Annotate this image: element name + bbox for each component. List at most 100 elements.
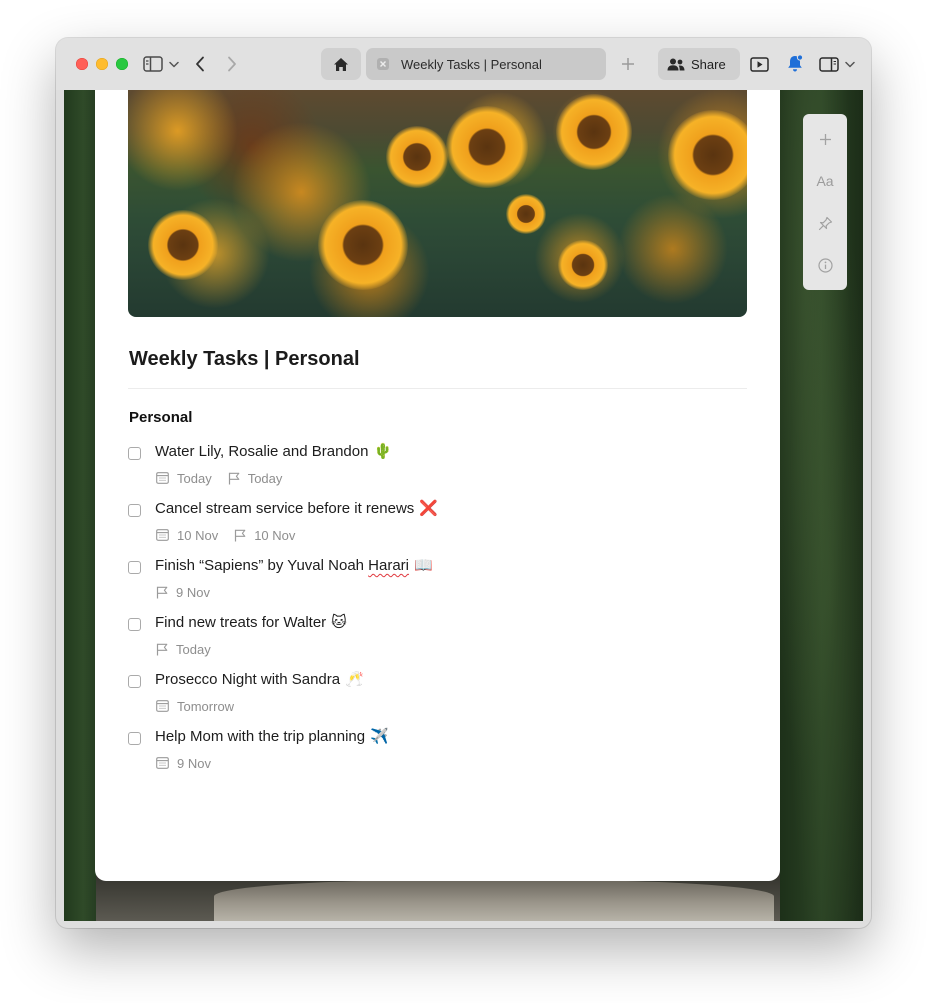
chevron-right-icon xyxy=(228,56,236,72)
due-date[interactable]: Today xyxy=(156,471,212,486)
deadline[interactable]: 10 Nov xyxy=(234,528,295,543)
pin-icon xyxy=(818,216,832,230)
task-title-text: Finish “Sapiens” by Yuval Noah xyxy=(155,557,369,574)
task-title[interactable]: Help Mom with the trip planning ✈️ xyxy=(155,727,389,745)
sunflower-shape xyxy=(446,106,528,188)
home-icon xyxy=(334,57,348,71)
sunflower-shape xyxy=(506,194,546,234)
due-date-label: 9 Nov xyxy=(177,755,211,771)
plus-icon xyxy=(819,133,831,145)
zoom-window-button[interactable] xyxy=(116,58,128,70)
task-item: Water Lily, Rosalie and Brandon 🌵 Today T… xyxy=(128,442,728,494)
task-meta: Today xyxy=(156,640,227,658)
tab-close-button[interactable] xyxy=(377,58,389,70)
flag-icon xyxy=(228,472,240,484)
back-button[interactable] xyxy=(190,53,210,75)
task-meta: Tomorrow xyxy=(156,697,250,715)
content-area: Weekly Tasks | Personal Personal Water L… xyxy=(64,90,863,921)
sidebar-menu-chevron[interactable] xyxy=(168,58,180,70)
sidebar-right-icon xyxy=(819,56,839,72)
task-meta: 9 Nov xyxy=(156,754,227,772)
chevron-left-icon xyxy=(196,56,204,72)
task-title[interactable]: Cancel stream service before it renews ❌ xyxy=(155,499,438,517)
calendar-icon xyxy=(156,529,169,541)
flag-icon xyxy=(156,586,168,598)
due-date-label: 10 Nov xyxy=(177,527,219,543)
page-title[interactable]: Weekly Tasks | Personal xyxy=(129,348,360,371)
add-block-button[interactable] xyxy=(803,128,847,150)
tab-weekly-tasks[interactable]: Weekly Tasks | Personal xyxy=(366,48,606,80)
task-item: Help Mom with the trip planning ✈️ 9 Nov xyxy=(128,727,728,779)
sunflower-shape xyxy=(386,126,448,188)
chevron-down-icon xyxy=(169,61,179,67)
task-title[interactable]: Water Lily, Rosalie and Brandon 🌵 xyxy=(155,442,392,460)
task-item: Find new treats for Walter 🐱 Today xyxy=(128,613,728,665)
notifications-button[interactable] xyxy=(784,52,806,74)
task-item: Prosecco Night with Sandra 🥂 Tomorrow xyxy=(128,670,728,722)
plus-icon xyxy=(622,58,634,70)
cross-mark-emoji: ❌ xyxy=(419,499,438,517)
deadline[interactable]: 9 Nov xyxy=(156,585,210,600)
sidebar-icon xyxy=(143,56,163,72)
spellcheck-word[interactable]: Harari xyxy=(368,557,409,574)
deadline[interactable]: Today xyxy=(156,642,211,657)
browser-window: Weekly Tasks | Personal Share Weekly Tas… xyxy=(56,38,871,928)
flag-icon xyxy=(235,529,246,541)
calendar-icon xyxy=(156,757,169,769)
task-checkbox[interactable] xyxy=(128,618,141,631)
section-heading[interactable]: Personal xyxy=(129,409,192,426)
cat-emoji: 🐱 xyxy=(331,613,347,631)
new-tab-button[interactable] xyxy=(618,53,638,75)
task-checkbox[interactable] xyxy=(128,732,141,745)
due-date[interactable]: 9 Nov xyxy=(156,756,211,771)
cactus-emoji: 🌵 xyxy=(373,442,393,460)
task-meta: Today Today xyxy=(156,469,298,487)
task-item: Cancel stream service before it renews ❌ … xyxy=(128,499,728,551)
inspector-toggle-button[interactable] xyxy=(818,54,840,74)
deadline[interactable]: Today xyxy=(228,471,282,486)
format-toolbar: Aa xyxy=(803,114,847,290)
task-title[interactable]: Prosecco Night with Sandra 🥂 xyxy=(155,670,364,688)
task-title-text: Prosecco Night with Sandra xyxy=(155,671,341,688)
title-divider xyxy=(128,388,747,389)
due-date[interactable]: Tomorrow xyxy=(156,699,234,714)
flag-icon xyxy=(156,643,168,655)
task-title[interactable]: Finish “Sapiens” by Yuval Noah Harari 📖 xyxy=(155,556,433,574)
text-style-label: Aa xyxy=(816,173,834,189)
pin-button[interactable] xyxy=(803,212,847,234)
task-checkbox[interactable] xyxy=(128,675,141,688)
share-button[interactable]: Share xyxy=(658,48,740,80)
deadline-label: Today xyxy=(176,641,211,657)
calendar-icon xyxy=(156,472,169,484)
forward-button[interactable] xyxy=(222,53,242,75)
info-button[interactable] xyxy=(803,254,847,276)
document-page: Weekly Tasks | Personal Personal Water L… xyxy=(95,90,780,881)
due-date[interactable]: 10 Nov xyxy=(156,528,218,543)
sidebar-toggle-button[interactable] xyxy=(142,54,164,74)
present-button[interactable] xyxy=(748,54,770,74)
chevron-down-icon xyxy=(845,61,855,67)
task-checkbox[interactable] xyxy=(128,561,141,574)
task-title[interactable]: Find new treats for Walter 🐱 xyxy=(155,613,347,631)
deadline-label: 9 Nov xyxy=(176,584,210,600)
sunflower-shape xyxy=(148,210,218,280)
task-checkbox[interactable] xyxy=(128,504,141,517)
share-label: Share xyxy=(691,56,726,72)
home-button[interactable] xyxy=(321,48,361,80)
minimize-window-button[interactable] xyxy=(96,58,108,70)
text-style-button[interactable]: Aa xyxy=(803,170,847,192)
sunflower-shape xyxy=(558,240,608,290)
task-checkbox[interactable] xyxy=(128,447,141,460)
sunflower-shape xyxy=(556,94,632,170)
book-emoji: 📖 xyxy=(414,556,433,574)
background-road xyxy=(214,880,774,921)
inspector-menu-chevron[interactable] xyxy=(844,58,856,70)
due-date-label: Today xyxy=(177,470,212,486)
task-title-text: Find new treats for Walter xyxy=(155,614,327,631)
play-icon xyxy=(749,56,769,72)
cover-image xyxy=(128,90,747,317)
tab-title: Weekly Tasks | Personal xyxy=(401,56,542,72)
calendar-icon xyxy=(156,700,169,712)
close-window-button[interactable] xyxy=(76,58,88,70)
task-title-text: Help Mom with the trip planning xyxy=(155,728,366,745)
